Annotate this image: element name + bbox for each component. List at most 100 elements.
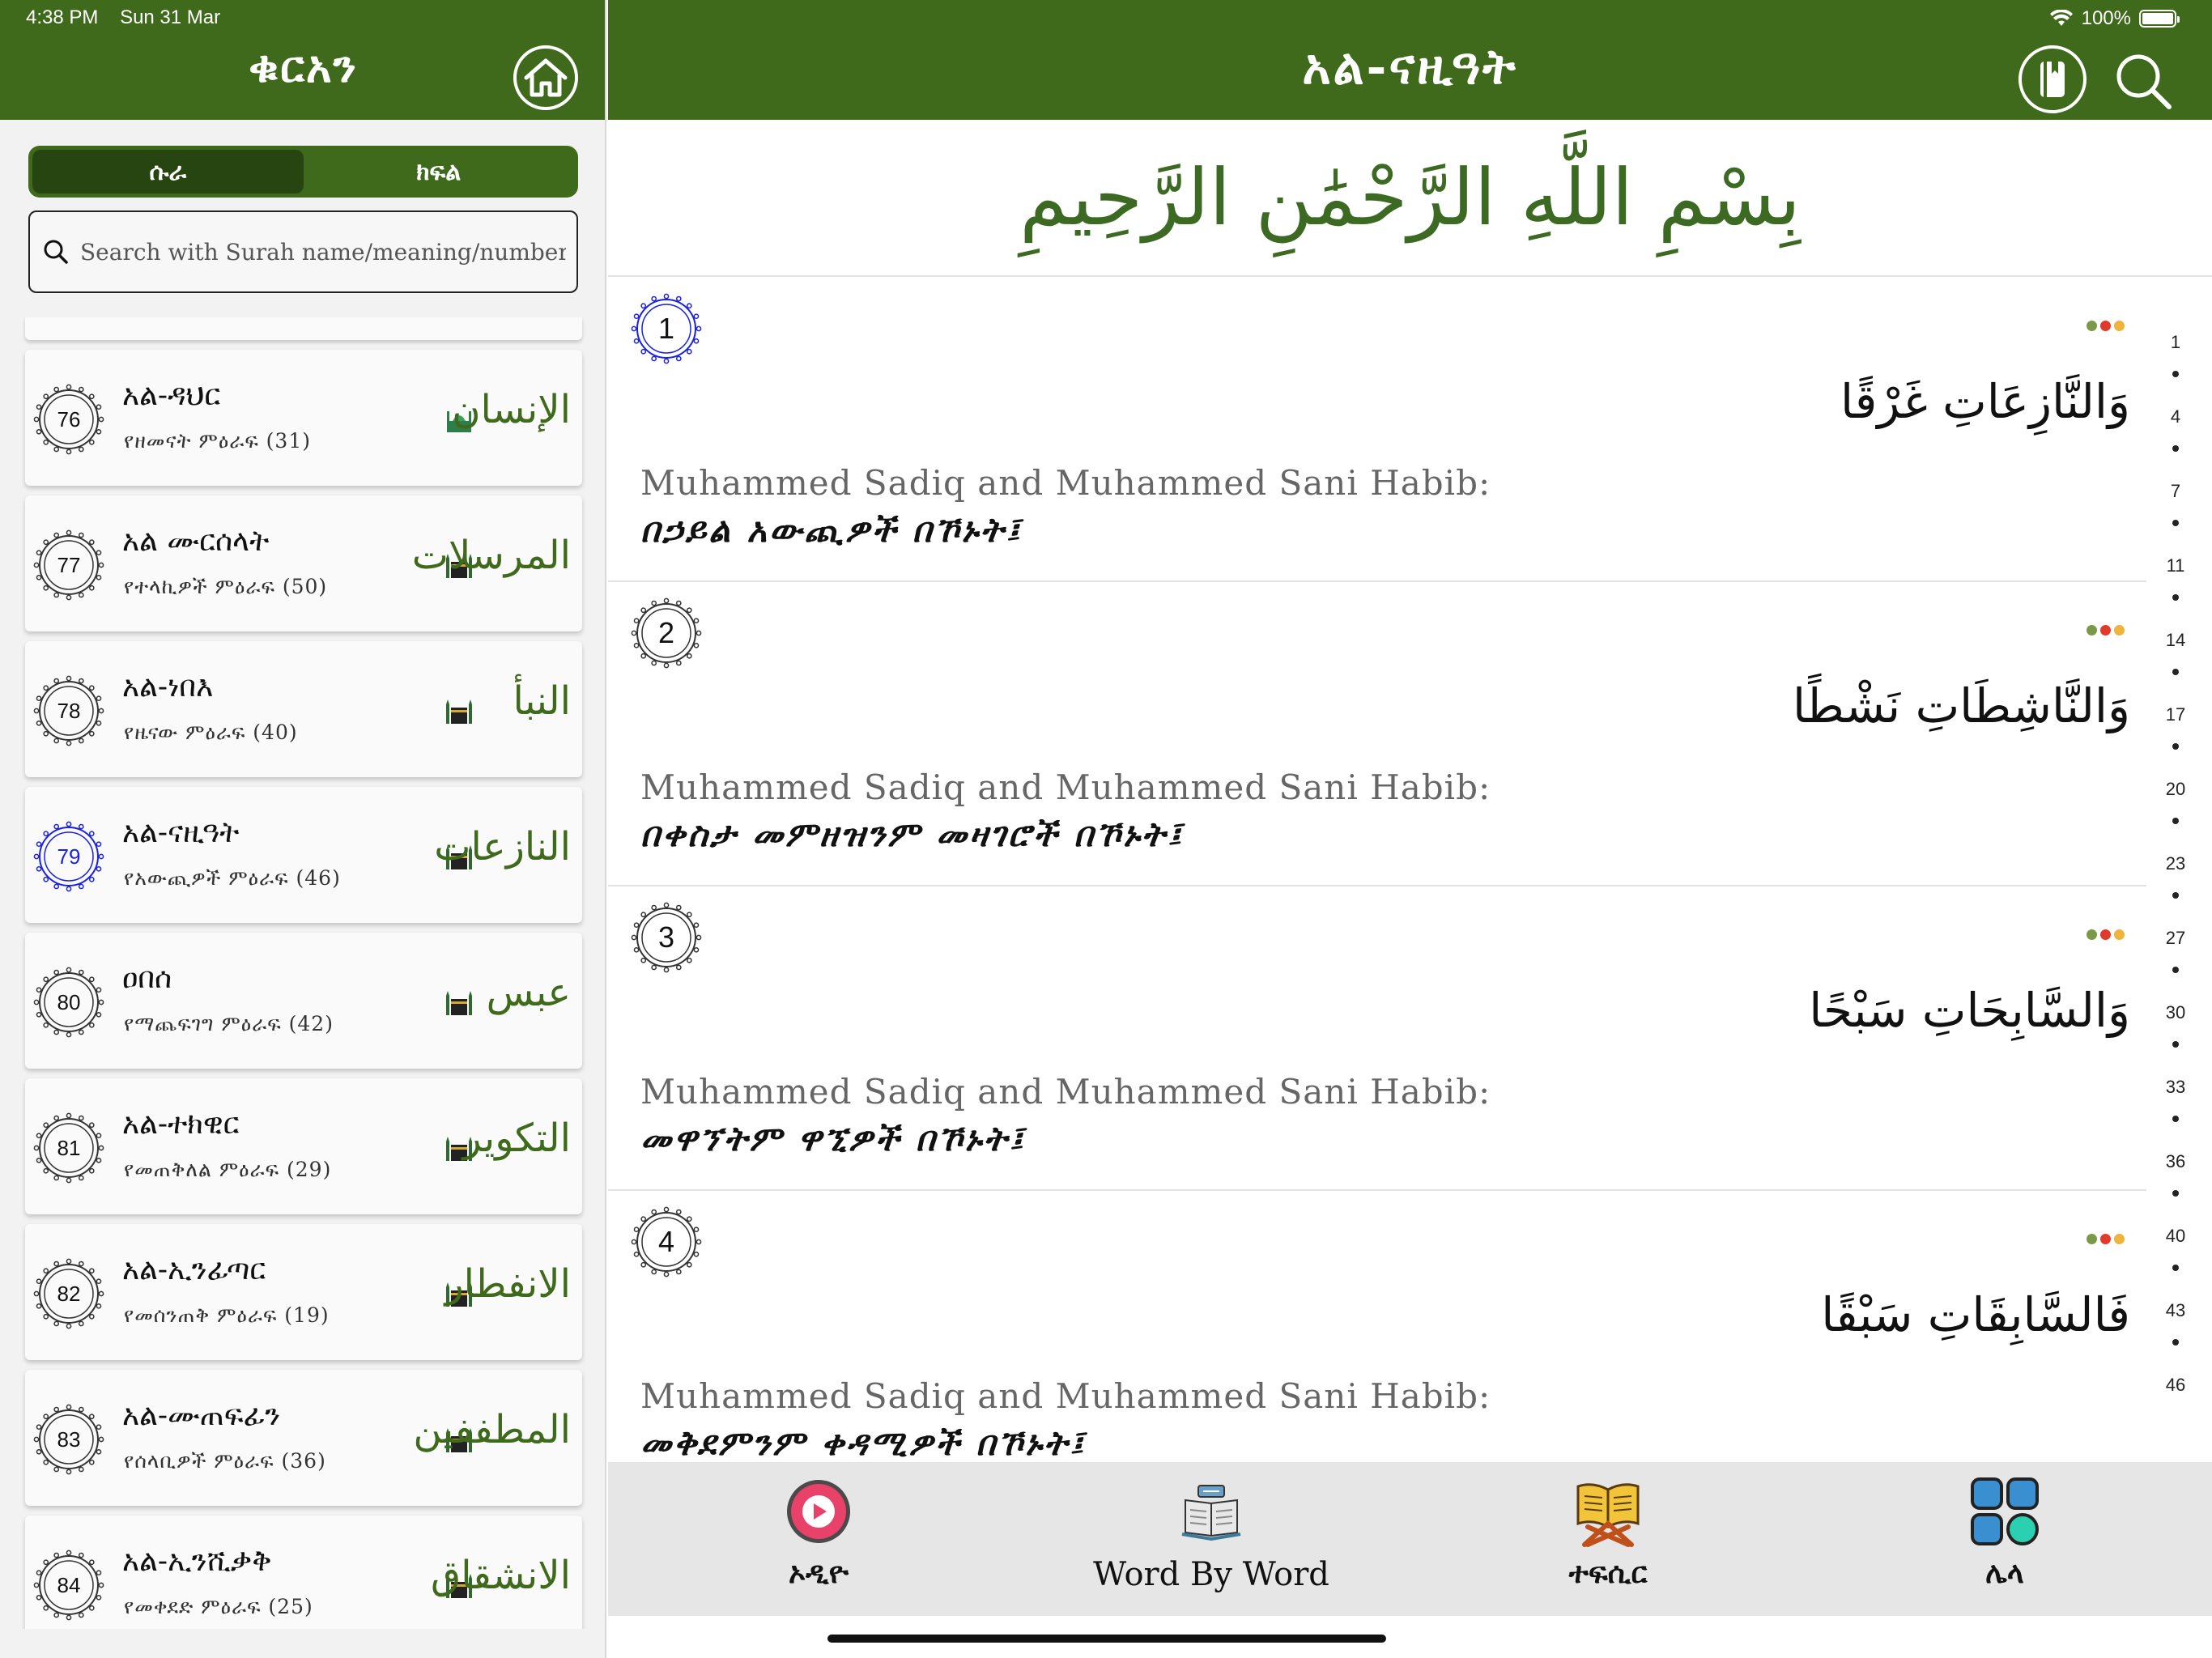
verse-index-dot — [2172, 371, 2179, 377]
verse-index-number[interactable]: 7 — [2151, 481, 2200, 502]
verse-index-dot — [2172, 743, 2179, 750]
verse-index-number[interactable]: 17 — [2151, 704, 2200, 725]
surah-number: 82 — [57, 1281, 81, 1306]
tab-audio-label: ኦዲዮ — [788, 1556, 849, 1590]
surah-card[interactable]: 79 አል-ናዚዓት የአውጪዎች ምዕራፍ (46) النازعات — [25, 787, 582, 923]
verse-index-dot — [2172, 1339, 2179, 1346]
surah-arabic-name: الانشقاق — [430, 1553, 571, 1598]
surah-name: አል ሙርሰላት — [122, 525, 270, 558]
verse-index-number[interactable]: 40 — [2151, 1226, 2200, 1247]
search-field — [28, 210, 578, 293]
surah-card[interactable]: 82 አል-ኢንፊጣር የመሰንጠቅ ምዕራፍ (19) الانفطار — [25, 1224, 582, 1360]
surah-number-badge: 80 — [33, 967, 104, 1038]
more-dot-icon — [2087, 929, 2097, 940]
surah-meaning: የዘመናት ምዕራፍ (31) — [124, 429, 311, 453]
verse-translation: መዋኘትም ዋኚዎች በኾኑት፤ — [640, 1119, 1026, 1158]
verse-translation: በኃይል አውጪዎች በኾኑት፤ — [640, 510, 1023, 550]
surah-number: 77 — [57, 552, 81, 577]
more-dot-icon — [2100, 321, 2111, 331]
verse-index-dot — [2172, 818, 2179, 824]
verse-arabic-text: وَالنَّاشِطَاتِ نَشْطًا — [1793, 678, 2130, 733]
tab-tafsir[interactable]: ተፍሲር — [1507, 1462, 1709, 1616]
verse-index-number[interactable]: 14 — [2151, 630, 2200, 651]
verse-index-number[interactable]: 43 — [2151, 1300, 2200, 1321]
surah-number: 78 — [57, 698, 81, 723]
surah-number: 79 — [57, 844, 81, 869]
search-icon[interactable] — [2112, 50, 2174, 112]
translator-label: Muhammed Sadiq and Muhammed Sani Habib: — [640, 463, 1491, 503]
verse-index-number[interactable]: 46 — [2151, 1375, 2200, 1396]
home-icon — [524, 58, 568, 97]
verse-options-button[interactable] — [2087, 321, 2125, 331]
verse-row[interactable]: 1 وَالنَّازِعَاتِ غَرْقًا Muhammed Sadiq a… — [608, 278, 2146, 582]
verse-index-number[interactable]: 4 — [2151, 406, 2200, 427]
surah-name: ዐበሰ — [122, 962, 172, 995]
grid-apps-icon — [1971, 1477, 2039, 1545]
verse-index-number[interactable]: 30 — [2151, 1002, 2200, 1023]
verse-options-button[interactable] — [2087, 1234, 2125, 1244]
verse-index-number[interactable]: 23 — [2151, 853, 2200, 874]
surah-meaning: የመቀደድ ምዕራፍ (25) — [124, 1595, 313, 1618]
translator-label: Muhammed Sadiq and Muhammed Sani Habib: — [640, 1072, 1491, 1112]
segment-part[interactable]: ክፍል — [304, 150, 575, 193]
bismillah-text: بِسْمِ اللَّهِ الرَّحْمَٰنِ الرَّحِيمِ — [1019, 152, 1801, 243]
surah-card[interactable]: 76 አል-ዳህር የዘመናት ምዕራፍ (31) الإنسان — [25, 350, 582, 486]
surah-number-badge: 78 — [33, 675, 104, 746]
tab-more[interactable]: ሌላ — [1904, 1462, 2106, 1616]
verse-row[interactable]: 4 فَالسَّابِقَاتِ سَبْقًا Muhammed Sadiq a… — [608, 1192, 2146, 1462]
surah-number: 80 — [57, 989, 81, 1014]
tab-word-by-word[interactable]: Word By Word — [1061, 1462, 1361, 1616]
surah-reader-pane: አል-ናዚዓት بِسْمِ اللَّهِ الرَّحْمَٰنِ الرَ… — [608, 0, 2212, 1658]
surah-card[interactable]: 78 አል-ነበእ የዜናው ምዕራፍ (40) النبأ — [25, 641, 582, 777]
verse-index-number[interactable]: 36 — [2151, 1151, 2200, 1172]
search-icon — [44, 240, 68, 264]
surah-number: 76 — [57, 406, 81, 432]
verse-index-number[interactable]: 20 — [2151, 779, 2200, 800]
translator-label: Muhammed Sadiq and Muhammed Sani Habib: — [640, 767, 1491, 807]
tab-more-label: ሌላ — [1985, 1556, 2024, 1590]
surah-card[interactable]: 84 አል-ኢንሺቃቅ የመቀደድ ምዕራፍ (25) الانشقاق — [25, 1516, 582, 1629]
surah-name: አል-ነበእ — [122, 670, 214, 704]
surah-arabic-name: التكوير — [462, 1116, 571, 1161]
surah-number-badge: 77 — [33, 529, 104, 601]
more-dot-icon — [2100, 625, 2111, 636]
kaaba-icon — [446, 699, 472, 724]
surah-number-badge: 83 — [33, 1404, 104, 1475]
home-button[interactable] — [513, 45, 578, 110]
surah-card[interactable]: 81 አል-ተክዊር የመጠቅለል ምዕራፍ (29) التكوير — [25, 1078, 582, 1214]
surah-meaning: የአውጪዎች ምዕራፍ (46) — [124, 866, 341, 890]
tab-audio[interactable]: ኦዲዮ — [717, 1462, 920, 1616]
surah-name: አል-ተክዊር — [122, 1107, 240, 1141]
bookmark-button[interactable] — [2018, 45, 2087, 113]
surah-meaning: የሰላቢዎች ምዕራፍ (36) — [124, 1449, 326, 1473]
verse-row[interactable]: 3 وَالسَّابِحَاتِ سَبْحًا Muhammed Sadiq a… — [608, 887, 2146, 1191]
verse-row[interactable]: 2 وَالنَّاشِطَاتِ نَشْطًا Muhammed Sadiq a… — [608, 583, 2146, 886]
verse-arabic-text: وَالسَّابِحَاتِ سَبْحًا — [1809, 983, 2130, 1038]
segmented-control: ሱራ ክፍል — [28, 146, 578, 198]
verse-index-number[interactable]: 27 — [2151, 928, 2200, 949]
verse-index-number[interactable]: 11 — [2151, 555, 2200, 576]
status-time: 4:38 PM Sun 31 Mar — [26, 6, 220, 31]
surah-number: 81 — [57, 1135, 81, 1160]
surah-arabic-name: الإنسان — [452, 387, 571, 432]
surah-list: 76 አል-ዳህር የዘመናት ምዕራፍ (31) الإنسان 77 አል ሙርሰላት… — [0, 317, 605, 1629]
play-icon — [787, 1480, 850, 1543]
search-input[interactable] — [80, 238, 566, 266]
bottom-tab-bar: ኦዲዮ Word By Word ተፍሲር ሌላ — [608, 1462, 2212, 1616]
verse-number-badge: 2 — [631, 597, 702, 669]
verse-index-number[interactable]: 1 — [2151, 332, 2200, 353]
surah-arabic-name: النبأ — [513, 678, 571, 724]
surah-card[interactable]: 80 ዐበሰ የማጨፍገግ ምዕራፍ (42) عبس — [25, 933, 582, 1069]
verse-options-button[interactable] — [2087, 625, 2125, 636]
more-dot-icon — [2087, 1234, 2097, 1244]
verse-index-scrubber[interactable]: 1 4 7 11 14 17 20 23 27 30 33 36 40 43 46 — [2151, 332, 2200, 1409]
partial-surah-card[interactable] — [25, 317, 582, 340]
verse-index-number[interactable]: 33 — [2151, 1077, 2200, 1098]
surah-card[interactable]: 77 አል ሙርሰላት የተላኪዎች ምዕራፍ (50) المرسلات — [25, 495, 582, 631]
home-indicator[interactable] — [827, 1635, 1386, 1643]
segment-surah[interactable]: ሱራ — [32, 150, 304, 193]
surah-card[interactable]: 83 አል-ሙጠፍፊን የሰላቢዎች ምዕራፍ (36) المطففين — [25, 1370, 582, 1506]
kaaba-icon — [446, 991, 472, 1015]
verse-options-button[interactable] — [2087, 929, 2125, 940]
more-dot-icon — [2114, 929, 2125, 940]
